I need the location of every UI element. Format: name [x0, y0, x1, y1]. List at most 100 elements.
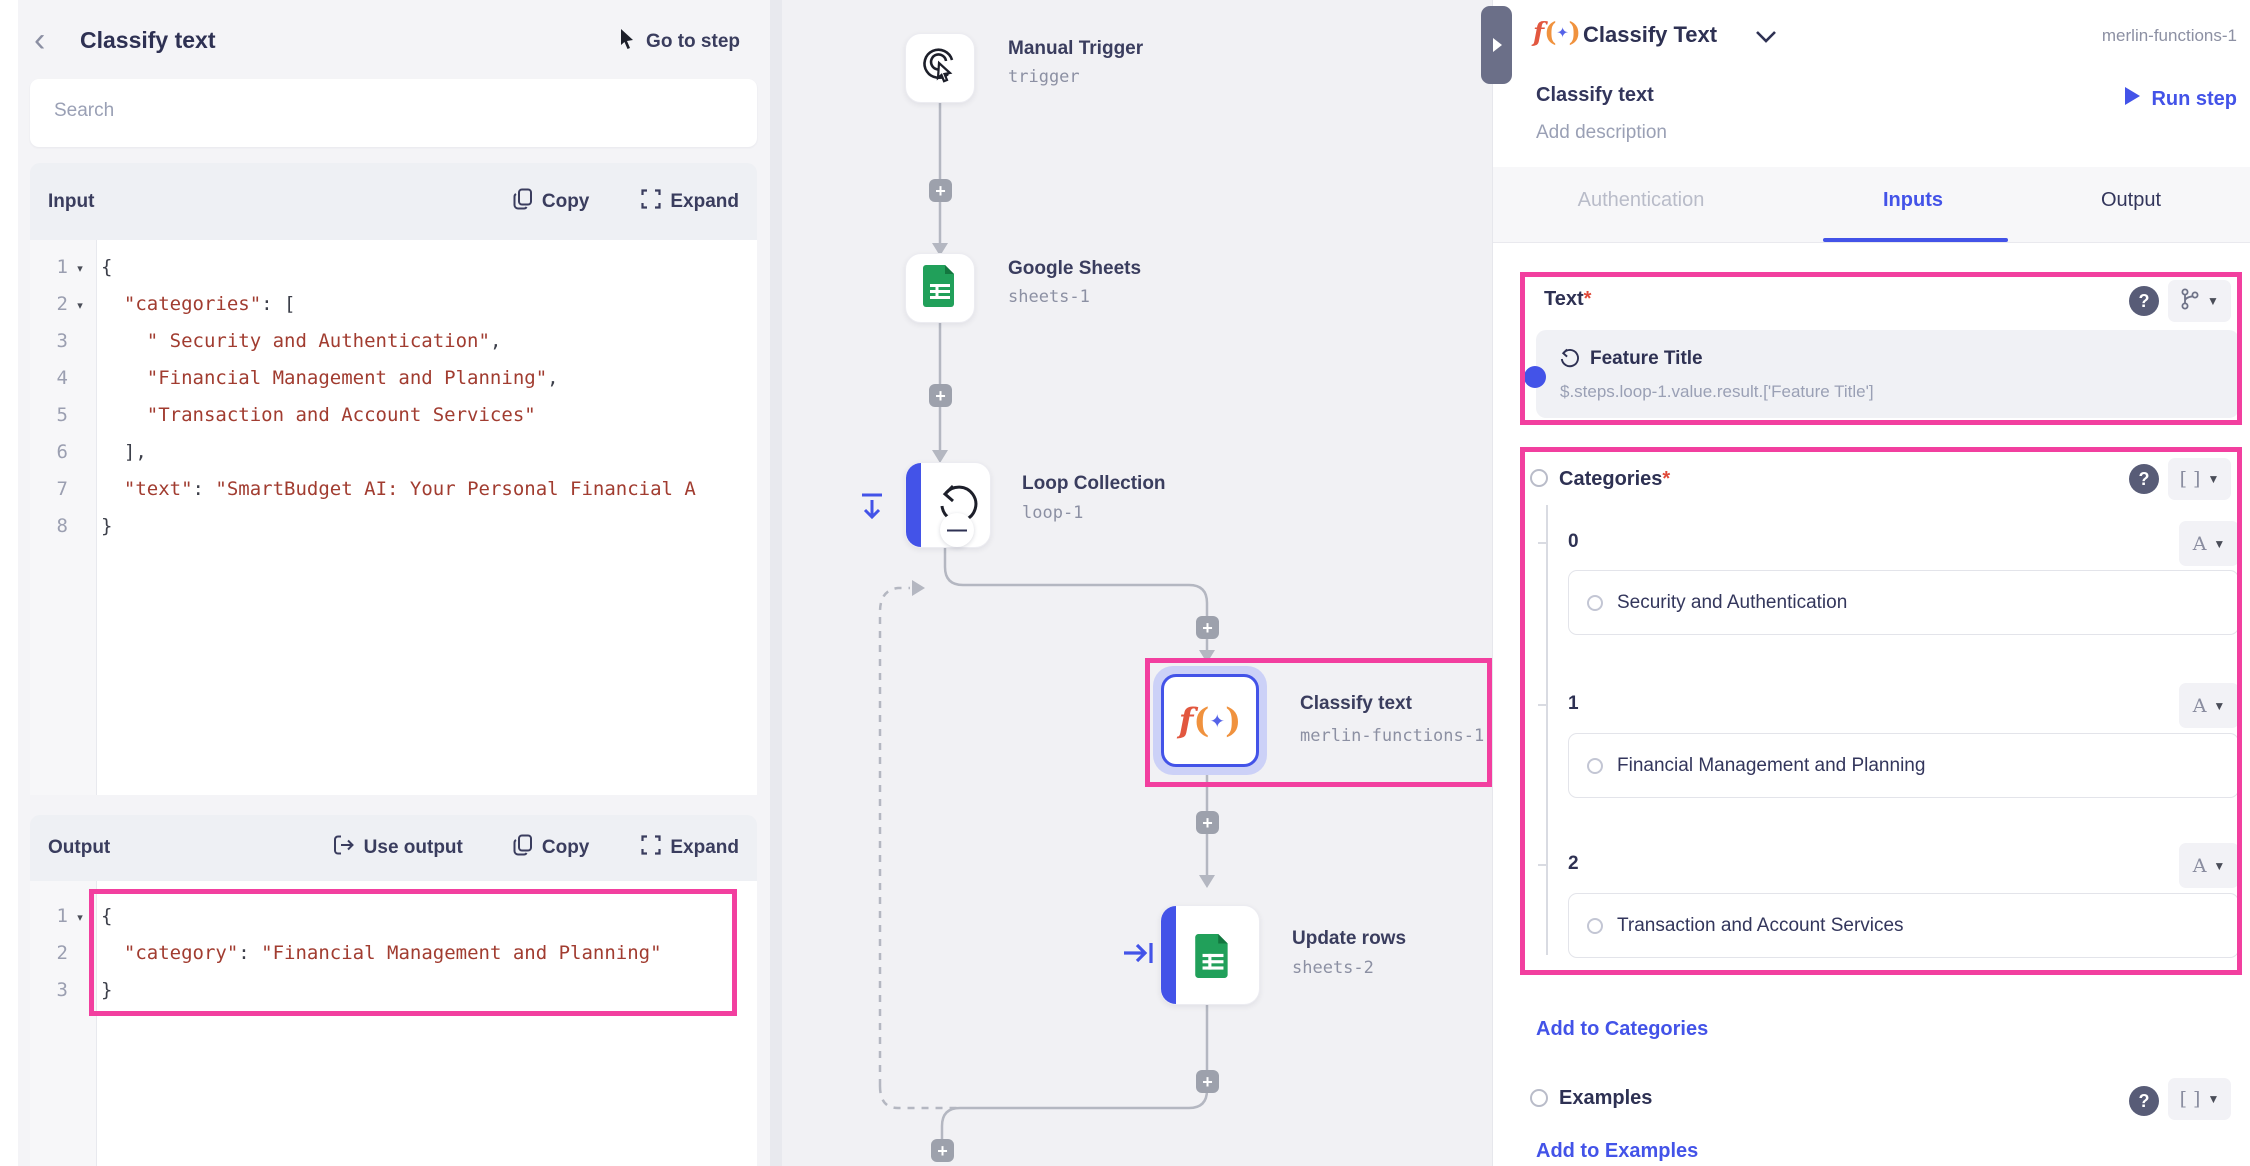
- jump-into-loop-icon[interactable]: [858, 492, 886, 527]
- help-icon[interactable]: ?: [2129, 286, 2159, 316]
- step-name[interactable]: Classify text: [1536, 84, 1654, 107]
- update-rows-accent-bar: [1161, 906, 1176, 1004]
- expand-output-button[interactable]: Expand: [641, 835, 739, 861]
- step-id: merlin-functions-1: [2102, 26, 2237, 46]
- item-type-button[interactable]: A▼: [2179, 843, 2239, 888]
- array-item-tick: [1538, 542, 1547, 544]
- fold-arrow-icon[interactable]: ▾: [68, 259, 92, 275]
- line-number: 5: [30, 404, 68, 426]
- dropdown-arrow-icon: ▼: [2207, 472, 2219, 486]
- category-item-input[interactable]: Financial Management and Planning: [1568, 733, 2239, 798]
- function-icon: f(✦): [1533, 18, 1581, 48]
- copy-icon: [513, 834, 533, 862]
- dropdown-arrow-icon: ▼: [2213, 859, 2225, 873]
- output-card-header: Output Use output Copy: [30, 815, 757, 881]
- add-step-button[interactable]: +: [931, 1139, 954, 1162]
- text-field-value[interactable]: Feature Title $.steps.loop-1.value.resul…: [1536, 330, 2239, 418]
- mapping-mode-button[interactable]: ▼: [2168, 280, 2231, 322]
- add-step-button[interactable]: +: [1196, 1070, 1219, 1093]
- output-label: Output: [48, 837, 110, 859]
- field-node-circle[interactable]: [1530, 1089, 1548, 1107]
- mapped-value-path: $.steps.loop-1.value.result.['Feature Ti…: [1560, 382, 1874, 402]
- code-line: 4 "Financial Management and Planning",: [30, 359, 757, 396]
- fold-spacer: [68, 413, 92, 416]
- code-text: }: [101, 515, 112, 537]
- text-field-label: Text*: [1544, 288, 1591, 311]
- search-box[interactable]: [30, 79, 757, 147]
- array-item-index: 2: [1568, 853, 1579, 875]
- code-line: 2 "category": "Financial Management and …: [30, 934, 757, 971]
- loop-accent-bar: [906, 463, 921, 547]
- line-number: 7: [30, 478, 68, 500]
- line-number: 6: [30, 441, 68, 463]
- required-asterisk: *: [1584, 288, 1592, 310]
- dropdown-arrow-icon: ▼: [2207, 294, 2219, 308]
- tab-authentication[interactable]: Authentication: [1578, 189, 1705, 212]
- tab-output[interactable]: Output: [2101, 189, 2161, 212]
- node-google-sheets-1[interactable]: [905, 253, 975, 323]
- node-classify-text[interactable]: f(✦): [1161, 674, 1259, 767]
- item-type-button[interactable]: A▼: [2179, 521, 2239, 566]
- node-subtitle: merlin-functions-1: [1300, 726, 1484, 746]
- mapped-value-title: Feature Title: [1590, 348, 1703, 370]
- array-item-tick: [1538, 704, 1547, 706]
- node-subtitle: trigger: [1008, 67, 1080, 87]
- array-indent-guide: [1546, 505, 1548, 955]
- fold-spacer: [68, 376, 92, 379]
- item-type-button[interactable]: A▼: [2179, 683, 2239, 728]
- field-node-circle[interactable]: [1530, 469, 1548, 487]
- use-output-icon: [333, 834, 355, 862]
- fold-arrow-icon[interactable]: ▾: [68, 296, 92, 312]
- expand-icon: [641, 835, 661, 861]
- copy-input-button[interactable]: Copy: [513, 188, 590, 216]
- workflow-canvas[interactable]: + + + + + + Manual Trigger trigger Googl…: [770, 0, 1492, 1166]
- node-manual-trigger[interactable]: [905, 33, 975, 103]
- array-type-button[interactable]: [ ] ▼: [2168, 458, 2231, 500]
- left-edge-strip: [0, 0, 18, 1166]
- category-item-value: Financial Management and Planning: [1617, 755, 1925, 777]
- array-brackets-icon: [ ]: [2180, 1088, 2201, 1110]
- input-json-code: 1▾{2▾ "categories": [3 " Security and Au…: [30, 248, 757, 544]
- collapse-loop-button[interactable]: —: [940, 513, 974, 547]
- add-step-button[interactable]: +: [929, 179, 952, 202]
- required-asterisk: *: [1662, 468, 1670, 490]
- add-to-examples-link[interactable]: Add to Examples: [1536, 1140, 1698, 1163]
- config-tabbar: Authentication Inputs Output: [1493, 167, 2250, 243]
- play-icon: [2123, 86, 2141, 112]
- add-step-button[interactable]: +: [1196, 616, 1219, 639]
- line-number: 8: [30, 515, 68, 537]
- help-icon[interactable]: ?: [2129, 464, 2159, 494]
- code-text: {: [101, 256, 112, 278]
- node-title: Classify text: [1300, 693, 1412, 715]
- fold-arrow-icon[interactable]: ▾: [68, 908, 92, 924]
- google-sheets-icon: [923, 264, 957, 313]
- value-node-circle: [1587, 758, 1603, 774]
- code-text: "Financial Management and Planning",: [101, 367, 559, 389]
- array-type-button[interactable]: [ ] ▼: [2168, 1078, 2231, 1120]
- add-to-categories-link[interactable]: Add to Categories: [1536, 1018, 1708, 1041]
- tab-inputs[interactable]: Inputs: [1883, 189, 1943, 212]
- dropdown-arrow-icon: ▼: [2213, 537, 2225, 551]
- use-output-button[interactable]: Use output: [333, 834, 463, 862]
- copy-output-button[interactable]: Copy: [513, 834, 590, 862]
- array-item-tick: [1538, 864, 1547, 866]
- array-item-index: 1: [1568, 693, 1579, 715]
- chevron-down-icon[interactable]: [1755, 30, 1777, 49]
- search-input[interactable]: [52, 99, 725, 123]
- add-step-button[interactable]: +: [1196, 811, 1219, 834]
- go-to-step-button[interactable]: Go to step: [617, 28, 740, 56]
- category-item-input[interactable]: Security and Authentication: [1568, 570, 2239, 635]
- expand-input-button[interactable]: Expand: [641, 189, 739, 215]
- node-update-rows[interactable]: [1160, 905, 1260, 1005]
- input-code-editor[interactable]: 1▾{2▾ "categories": [3 " Security and Au…: [30, 240, 757, 795]
- collapse-panel-handle[interactable]: [1481, 6, 1512, 84]
- output-code-viewer[interactable]: 1▾{2 "category": "Financial Management a…: [30, 881, 757, 1166]
- category-item-input[interactable]: Transaction and Account Services: [1568, 893, 2239, 958]
- array-item-index: 0: [1568, 531, 1579, 553]
- add-step-button[interactable]: +: [929, 384, 952, 407]
- run-step-button[interactable]: Run step: [2123, 86, 2237, 112]
- fold-spacer: [68, 951, 92, 954]
- help-icon[interactable]: ?: [2129, 1086, 2159, 1116]
- add-description[interactable]: Add description: [1536, 122, 1667, 144]
- back-icon[interactable]: ‹: [34, 25, 45, 55]
